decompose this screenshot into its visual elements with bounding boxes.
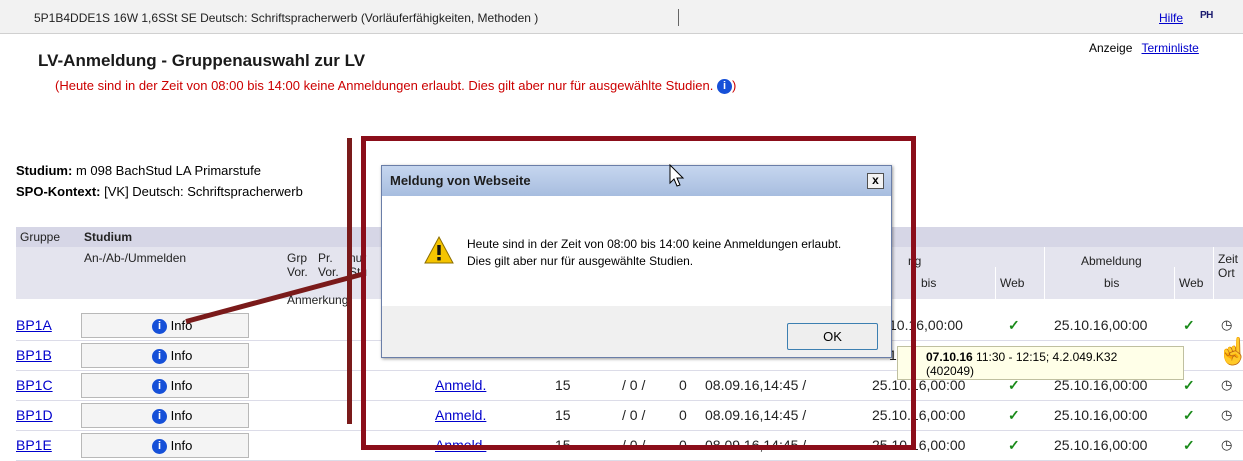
dialog-titlebar: Meldung von Webseite x xyxy=(382,166,891,196)
info-icon: i xyxy=(152,439,167,455)
group-link-bp1c[interactable]: BP1C xyxy=(16,377,53,393)
mouse-pointer-icon xyxy=(669,164,685,187)
divider xyxy=(678,9,679,26)
info-button[interactable]: i Info xyxy=(81,343,249,368)
header-web-abmeldung: Web xyxy=(1179,276,1204,290)
spo-label: SPO-Kontext: xyxy=(16,184,101,199)
hand-cursor-icon: ☝ xyxy=(1217,336,1243,366)
header-gruppe: Gruppe xyxy=(20,230,61,244)
group-link-bp1d[interactable]: BP1D xyxy=(16,407,53,423)
header-bis-anmeldung: bis xyxy=(921,276,937,290)
warning-icon xyxy=(424,235,454,264)
header-anmerkung: Anmerkung xyxy=(287,293,349,307)
info-label: Info xyxy=(170,438,193,453)
clock-icon[interactable]: ◷ xyxy=(1221,317,1232,333)
study-info: Studium: m 098 BachStud LA Primarstufe S… xyxy=(16,160,303,202)
divider xyxy=(1213,247,1214,299)
alert-dialog: Meldung von Webseite x Heute sind in der… xyxy=(381,165,892,358)
info-icon: i xyxy=(152,319,167,335)
group-link-bp1a[interactable]: BP1A xyxy=(16,317,52,333)
dialog-title: Meldung von Webseite xyxy=(390,173,531,188)
clock-icon[interactable]: ◷ xyxy=(1221,437,1232,453)
tooltip-date: 07.10.16 xyxy=(926,350,973,364)
tooltip-room-id: (402049) xyxy=(926,364,975,378)
top-bar: 5P1B4DDE1S 16W 1,6SSt SE Deutsch: Schrif… xyxy=(0,0,1243,34)
divider xyxy=(995,267,996,299)
check-icon: ✓ xyxy=(1008,317,1020,333)
check-icon: ✓ xyxy=(1008,407,1020,423)
notice-close-paren: ) xyxy=(731,78,737,93)
abmeldung-bis: 25.10.16,00:00 xyxy=(1054,407,1148,423)
info-button[interactable]: i Info xyxy=(81,373,249,398)
header-studium: Studium xyxy=(84,230,132,244)
info-button[interactable]: i Info xyxy=(81,403,249,428)
abmeldung-bis: 25.10.16,00:00 xyxy=(1054,437,1148,453)
check-icon: ✓ xyxy=(1008,437,1020,453)
divider xyxy=(1044,247,1045,299)
logo: PH xyxy=(1200,10,1213,21)
close-button[interactable]: x xyxy=(867,173,884,189)
info-button[interactable]: i Info xyxy=(81,433,249,458)
notice-message: (Heute sind in der Zeit von 08:00 bis 14… xyxy=(55,78,714,93)
notice-text: (Heute sind in der Zeit von 08:00 bis 14… xyxy=(55,78,737,95)
studium-line: Studium: m 098 BachStud LA Primarstufe xyxy=(16,160,303,181)
header-abmeldung: Abmeldung xyxy=(1081,254,1142,268)
ok-button[interactable]: OK xyxy=(787,323,878,350)
header-web-anmeldung: Web xyxy=(1000,276,1025,290)
group-link-bp1b[interactable]: BP1B xyxy=(16,347,52,363)
info-button[interactable]: i Info xyxy=(81,313,249,338)
check-icon: ✓ xyxy=(1183,377,1195,393)
spo-value: [VK] Deutsch: Schriftspracherwerb xyxy=(100,184,303,199)
dialog-message: Heute sind in der Zeit von 08:00 bis 14:… xyxy=(467,237,842,268)
check-icon: ✓ xyxy=(1183,317,1195,333)
check-icon: ✓ xyxy=(1183,407,1195,423)
schedule-tooltip: 07.10.16 11:30 - 12:15; 4.2.049.K32 (402… xyxy=(897,346,1184,380)
studium-label: Studium: xyxy=(16,163,73,178)
terminliste-link[interactable]: Terminliste xyxy=(1142,41,1199,55)
info-icon: i xyxy=(152,409,167,425)
info-label: Info xyxy=(170,408,193,423)
info-label: Info xyxy=(170,378,193,393)
clock-icon[interactable]: ◷ xyxy=(1221,407,1232,423)
header-bis-abmeldung: bis xyxy=(1104,276,1120,290)
check-icon: ✓ xyxy=(1183,437,1195,453)
page-title: LV-Anmeldung - Gruppenauswahl zur LV xyxy=(38,51,366,70)
dialog-body: Heute sind in der Zeit von 08:00 bis 14:… xyxy=(382,196,891,306)
info-icon: i xyxy=(152,349,167,365)
info-icon: i xyxy=(152,379,167,395)
top-right-panel: Anzeige Terminliste xyxy=(1089,41,1205,55)
help-link[interactable]: Hilfe xyxy=(1159,11,1183,25)
header-grp: Grp Vor. xyxy=(287,251,308,279)
anzeige-label: Anzeige xyxy=(1089,41,1133,55)
divider xyxy=(1174,267,1175,299)
course-title: 5P1B4DDE1S 16W 1,6SSt SE Deutsch: Schrif… xyxy=(34,11,539,25)
studium-value: m 098 BachStud LA Primarstufe xyxy=(72,163,261,178)
tooltip-text: 11:30 - 12:15; 4.2.049.K32 xyxy=(972,350,1118,364)
header-pr: Pr. Vor. xyxy=(318,251,339,279)
info-label: Info xyxy=(170,348,193,363)
header-zeit-ort: Zeit Ort xyxy=(1218,252,1239,280)
header-anab: An-/Ab-/Ummelden xyxy=(84,251,187,265)
clock-icon[interactable]: ◷ xyxy=(1221,377,1232,393)
spo-line: SPO-Kontext: [VK] Deutsch: Schriftsprach… xyxy=(16,181,303,202)
abmeldung-bis: 25.10.16,00:00 xyxy=(1054,317,1148,333)
annotation-line xyxy=(347,138,352,424)
info-icon[interactable]: i xyxy=(716,79,732,95)
group-link-bp1e[interactable]: BP1E xyxy=(16,437,52,453)
